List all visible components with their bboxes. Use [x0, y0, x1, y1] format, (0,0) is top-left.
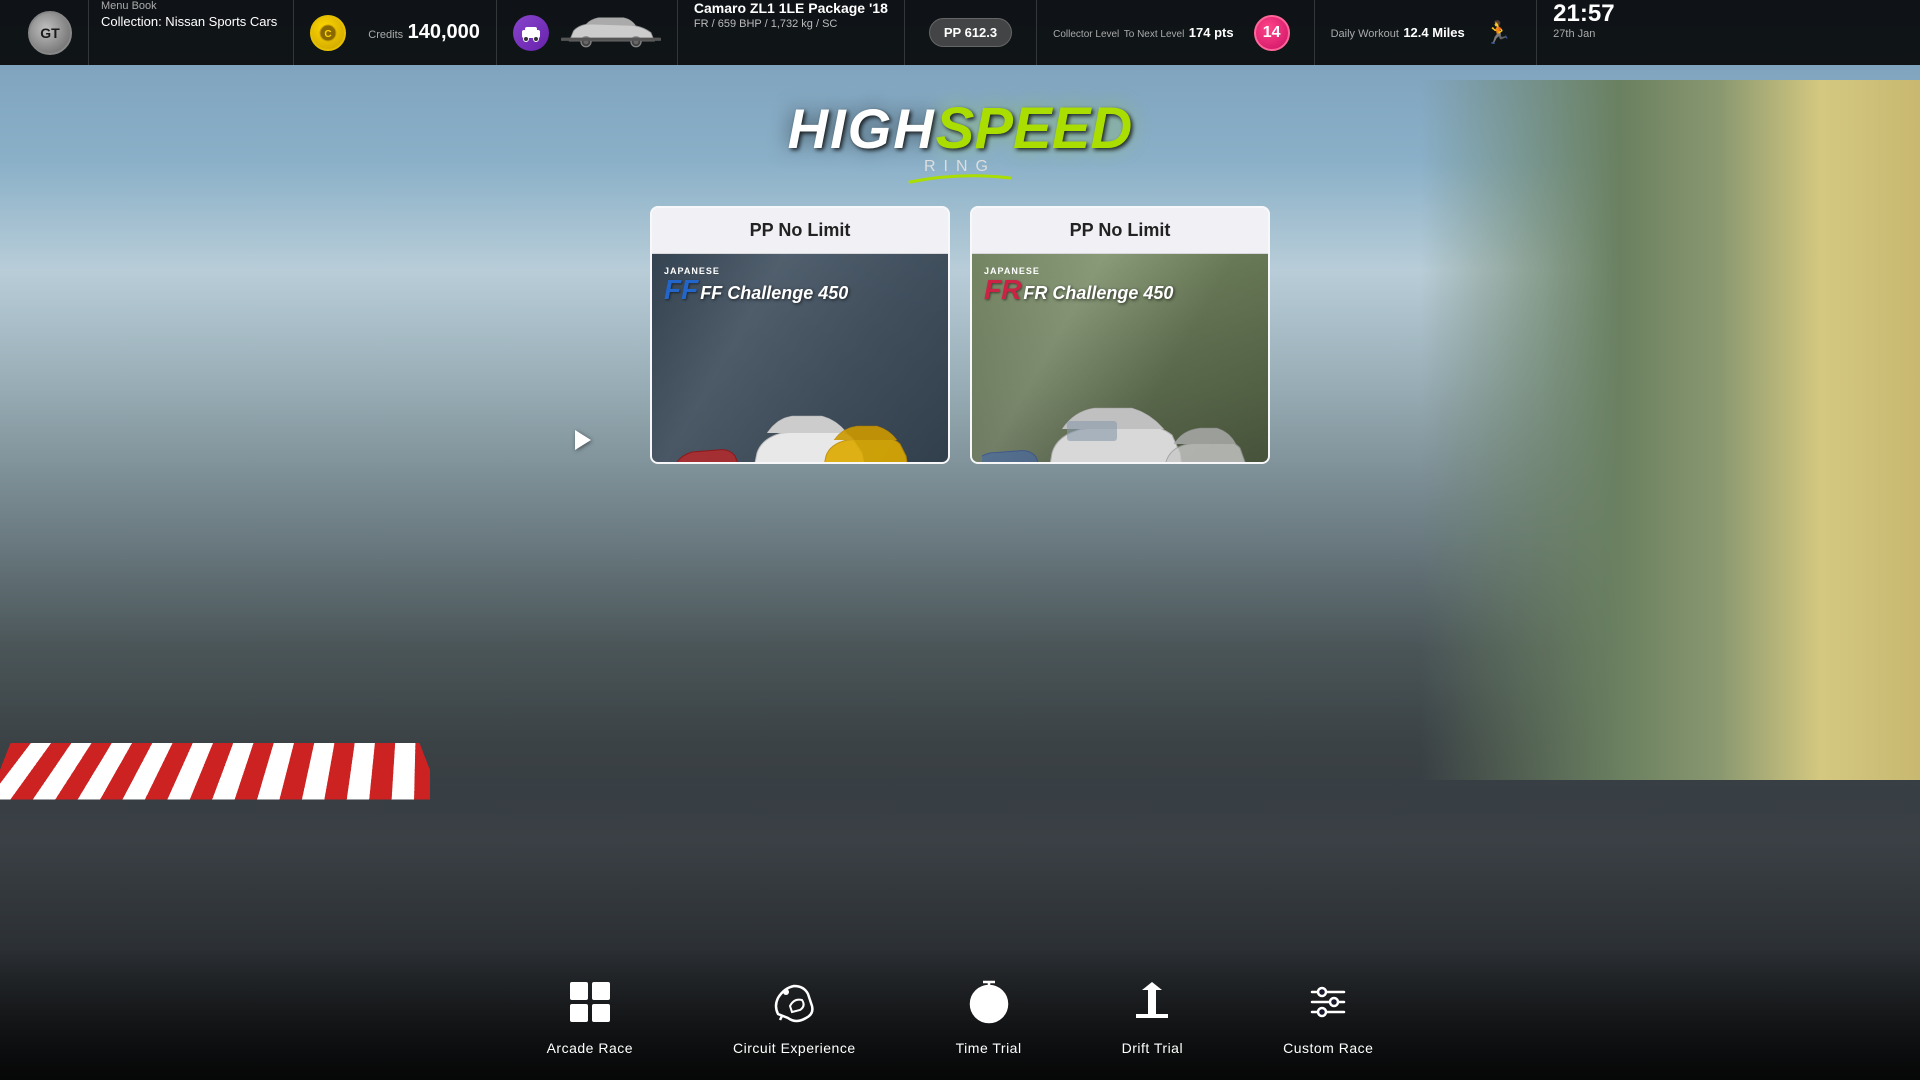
menu-book-label: Menu Book [101, 0, 157, 12]
date-display: 27th Jan [1553, 28, 1595, 40]
fr-card-header: PP No Limit [972, 208, 1268, 254]
custom-race-icon [1300, 974, 1356, 1030]
track-title-high: HIGH [788, 101, 936, 157]
credits-values: Credits 140,000 [368, 21, 480, 44]
ff-cars-svg [662, 398, 942, 464]
ff-card-header: PP No Limit [652, 208, 948, 254]
daily-label: Daily Workout [1331, 28, 1399, 40]
credits-section: C Credits 140,000 [294, 0, 497, 65]
ff-card-image: Japanese FF FF Challenge 450 [652, 254, 948, 464]
collector-section: Collector Level To Next Level 174 pts 14 [1037, 0, 1314, 65]
track-title-logo: HIGH SPEED RING [788, 95, 1133, 176]
runner-icon: 🏃 [1485, 20, 1512, 46]
time-trial-icon [961, 974, 1017, 1030]
nav-drift-trial[interactable]: Drift Trial [1122, 974, 1184, 1056]
pp-badge: PP 612.3 [929, 18, 1012, 47]
arcade-race-icon [562, 974, 618, 1030]
nav-time-trial[interactable]: Time Trial [956, 974, 1022, 1056]
collector-info: Collector Level To Next Level 174 pts [1053, 24, 1233, 42]
car-specs: FR / 659 BHP / 1,732 kg / SC [694, 18, 837, 30]
custom-race-label: Custom Race [1283, 1040, 1373, 1056]
credits-label: Credits [368, 29, 403, 41]
car-menu-section [497, 0, 678, 65]
race-card-fr[interactable]: PP No Limit Japanese FR FR Challenge 450 [970, 206, 1270, 464]
fr-cars-svg [982, 398, 1262, 464]
collector-label: Collector Level [1053, 29, 1119, 40]
collector-next: To Next Level [1124, 29, 1185, 40]
daily-info: Daily Workout 12.4 Miles [1331, 24, 1465, 42]
gt-logo-section: GT [12, 0, 89, 65]
svg-text:C: C [325, 29, 332, 40]
circuit-experience-icon [766, 974, 822, 1030]
track-title-area: HIGH SPEED RING [788, 95, 1133, 176]
arcade-race-label: Arcade Race [547, 1040, 633, 1056]
ff-challenge-type: FF [664, 276, 698, 304]
circuit-experience-label: Circuit Experience [733, 1040, 856, 1056]
time-trial-label: Time Trial [956, 1040, 1022, 1056]
main-content: HIGH SPEED RING PP No Limit Japanese FF … [0, 65, 1920, 1080]
fr-challenge-badge: Japanese FR FR Challenge 450 [984, 266, 1173, 304]
menu-book-section: Menu Book Collection: Nissan Sports Cars [89, 0, 294, 65]
fr-challenge-name: FR Challenge 450 [1023, 283, 1173, 304]
bottom-nav: Arcade Race Circuit Experience Time Tria [0, 950, 1920, 1080]
nav-arcade-race[interactable]: Arcade Race [547, 974, 633, 1056]
level-badge: 14 [1254, 15, 1290, 51]
race-cards-container: PP No Limit Japanese FF FF Challenge 450 [650, 206, 1270, 464]
menu-book-value: Collection: Nissan Sports Cars [101, 14, 277, 29]
daily-miles: 12.4 Miles [1403, 25, 1464, 40]
time-display: 21:57 [1553, 0, 1614, 28]
race-card-ff[interactable]: PP No Limit Japanese FF FF Challenge 450 [650, 206, 950, 464]
track-title-speed: SPEED [936, 95, 1133, 162]
time-section: 21:57 27th Jan [1537, 0, 1630, 65]
hud-bar: GT Menu Book Collection: Nissan Sports C… [0, 0, 1920, 65]
title-swoosh [900, 172, 1020, 184]
credits-icon: C [310, 15, 346, 51]
nav-custom-race[interactable]: Custom Race [1283, 974, 1373, 1056]
car-name: Camaro ZL1 1LE Package '18 [694, 0, 888, 16]
ff-challenge-badge: Japanese FF FF Challenge 450 [664, 266, 848, 304]
ff-card-title: PP No Limit [750, 220, 851, 240]
car-menu-icon [513, 15, 549, 51]
ff-challenge-name: FF Challenge 450 [700, 283, 848, 304]
pp-badge-section: PP 612.3 [905, 0, 1037, 65]
fr-card-image: Japanese FR FR Challenge 450 [972, 254, 1268, 464]
credits-value: 140,000 [408, 21, 480, 43]
gt-logo: GT [28, 11, 72, 55]
fr-card-title: PP No Limit [1070, 220, 1171, 240]
cursor [575, 430, 591, 450]
drift-trial-icon [1124, 974, 1180, 1030]
car-info-section: Camaro ZL1 1LE Package '18 FR / 659 BHP … [678, 0, 905, 65]
collector-pts: 174 pts [1189, 25, 1234, 40]
car-silhouette [561, 14, 661, 52]
daily-workout-section: Daily Workout 12.4 Miles 🏃 [1315, 0, 1538, 65]
drift-trial-label: Drift Trial [1122, 1040, 1184, 1056]
nav-circuit-experience[interactable]: Circuit Experience [733, 974, 856, 1056]
fr-challenge-type: FR [984, 276, 1021, 304]
